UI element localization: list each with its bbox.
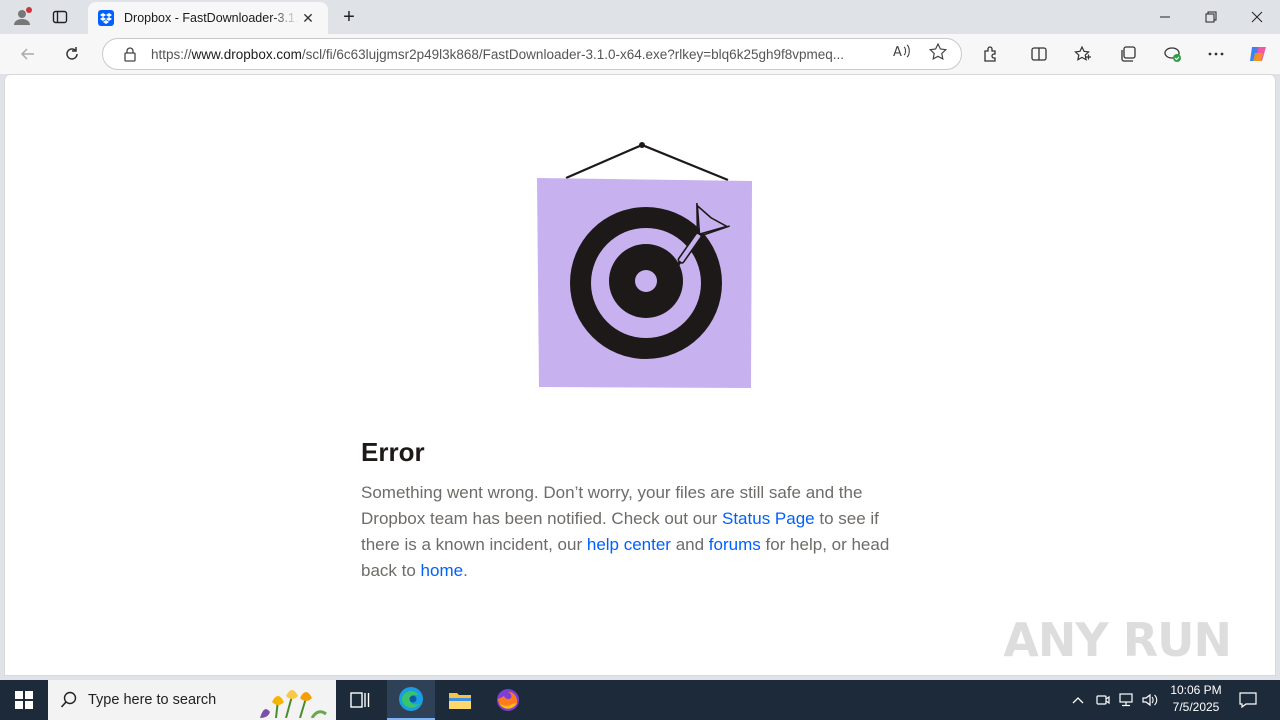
status-page-link[interactable]: Status Page [722, 509, 815, 528]
minimize-button[interactable] [1142, 0, 1188, 34]
favorites-icon[interactable] [1069, 40, 1097, 68]
page-content: Error Something went wrong. Don’t worry,… [4, 74, 1276, 676]
read-aloud-icon[interactable]: A [893, 43, 911, 65]
new-tab-button[interactable]: + [337, 6, 361, 28]
file-explorer-icon[interactable] [436, 680, 484, 720]
system-clock[interactable]: 10:06 PM 7/5/2025 [1164, 682, 1228, 718]
error-title: Error [361, 437, 425, 467]
site-info-icon[interactable] [117, 46, 143, 62]
show-hidden-icons-chevron-icon[interactable] [1068, 680, 1088, 720]
forums-link[interactable]: forums [709, 535, 761, 554]
svg-text:A: A [893, 45, 902, 59]
copilot-icon[interactable] [1244, 40, 1272, 68]
back-arrow-icon[interactable] [14, 40, 42, 68]
close-tab-icon[interactable]: ✕ [298, 8, 318, 28]
notification-dot [26, 7, 32, 13]
error-description: Something went wrong. Don’t worry, your … [361, 483, 890, 580]
windows-taskbar: Type here to search 10:06 PM 7/5/2025 [0, 680, 1280, 720]
browser-tab-active[interactable]: Dropbox - FastDownloader-3.1.0-x64.exe ✕ [88, 2, 328, 34]
split-screen-icon[interactable] [1025, 40, 1053, 68]
meet-now-icon[interactable] [1094, 680, 1112, 720]
tab-title: Dropbox - FastDownloader-3.1.0-x64.exe [124, 11, 298, 25]
clock-date: 7/5/2025 [1172, 700, 1220, 714]
collections-icon[interactable] [1114, 40, 1142, 68]
tulip-decoration-icon [260, 690, 327, 718]
search-placeholder: Type here to search [88, 692, 217, 708]
clock-time: 10:06 PM [1170, 683, 1222, 697]
taskbar-search-box[interactable]: Type here to search [48, 680, 336, 720]
close-window-button[interactable] [1234, 0, 1280, 34]
settings-more-icon[interactable] [1202, 40, 1230, 68]
extensions-icon[interactable] [977, 40, 1005, 68]
firefox-icon[interactable] [484, 680, 532, 720]
edge-taskbar-icon[interactable] [387, 680, 435, 720]
restore-button[interactable] [1188, 0, 1234, 34]
windows-start-icon[interactable] [0, 680, 48, 720]
refresh-icon[interactable] [58, 40, 86, 68]
favorite-star-icon[interactable] [928, 42, 948, 65]
profile-icon[interactable] [10, 6, 34, 28]
help-center-link[interactable]: help center [587, 535, 671, 554]
search-icon [60, 691, 77, 708]
tab-strip: Dropbox - FastDownloader-3.1.0-x64.exe ✕… [0, 0, 1280, 34]
network-icon[interactable] [1116, 680, 1136, 720]
tab-actions-icon[interactable] [48, 6, 72, 28]
address-bar[interactable]: https://www.dropbox.com/scl/fi/6c63lujgm… [102, 38, 962, 70]
notifications-icon[interactable] [1236, 680, 1260, 720]
browser-toolbar: https://www.dropbox.com/scl/fi/6c63lujgm… [0, 34, 1280, 74]
dropbox-favicon-icon [98, 10, 114, 26]
volume-icon[interactable] [1140, 680, 1160, 720]
anyrun-watermark: ANY RUN [1003, 613, 1232, 667]
task-view-icon[interactable] [336, 680, 384, 720]
browser-essentials-icon[interactable] [1158, 40, 1186, 68]
home-link[interactable]: home [421, 561, 464, 580]
url-text[interactable]: https://www.dropbox.com/scl/fi/6c63lujgm… [151, 47, 879, 62]
target-poster-illustration [537, 142, 752, 388]
